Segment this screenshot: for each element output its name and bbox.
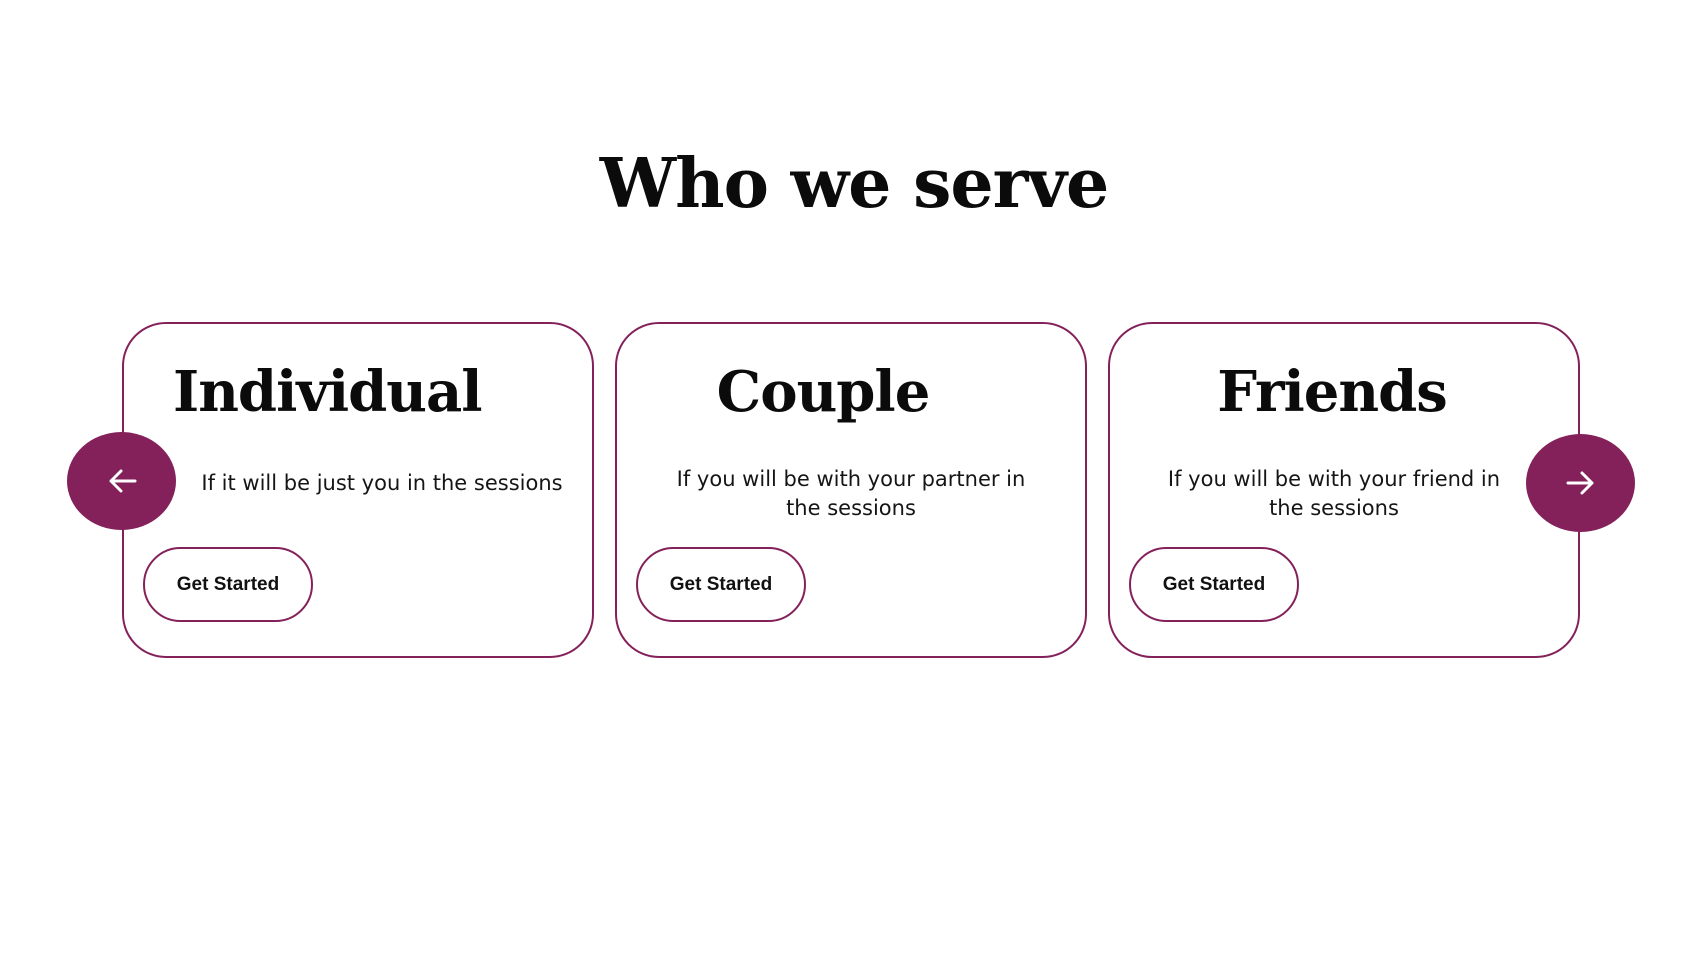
carousel-prev-button[interactable] (67, 432, 176, 530)
carousel-next-button[interactable] (1526, 434, 1635, 532)
get-started-button[interactable]: Get Started (1129, 547, 1299, 622)
card-description: If you will be with your friend in the s… (1167, 467, 1501, 520)
card-description: If you will be with your partner in the … (676, 467, 1026, 520)
card-individual: Individual If it will be just you in the… (122, 322, 594, 658)
arrow-left-icon (109, 469, 136, 493)
card-title: Couple (716, 359, 931, 425)
arrow-right-icon (1566, 471, 1593, 495)
section-title: Who we serve (599, 144, 1109, 224)
card-couple: Couple If you will be with your partner … (615, 322, 1087, 658)
card-title: Individual (173, 359, 483, 425)
card-friends: Friends If you will be with your friend … (1108, 322, 1580, 658)
card-title: Friends (1217, 359, 1448, 425)
get-started-button[interactable]: Get Started (636, 547, 806, 622)
get-started-button[interactable]: Get Started (143, 547, 313, 622)
card-description: If it will be just you in the sessions (201, 471, 563, 495)
